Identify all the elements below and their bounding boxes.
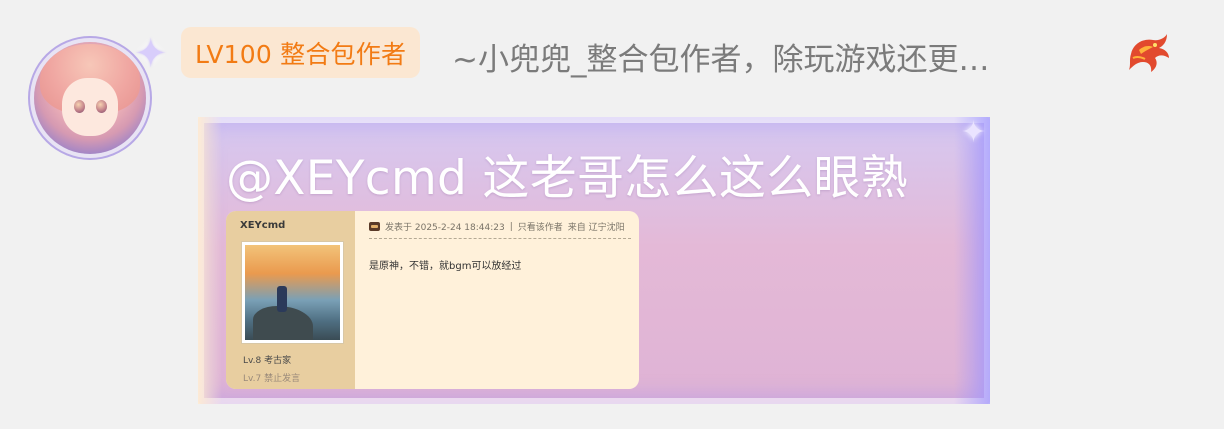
sparkle-star-icon: ✦ <box>960 115 986 150</box>
author-avatar <box>241 241 344 344</box>
embedded-post-body: 是原神，不错，就bgm可以放经过 <box>369 261 522 272</box>
level-badge-label: LV100 整合包作者 <box>195 39 407 69</box>
avatar-landscape-image <box>245 245 340 340</box>
post-text[interactable]: @XEYcmd 这老哥怎么这么眼熟 <box>226 139 908 208</box>
user-avatar[interactable]: ✦ <box>34 30 168 154</box>
username[interactable]: ~小兜兜_整合包作者，除玩游戏还更… <box>452 34 989 79</box>
hero-figure <box>277 286 287 312</box>
author-username: XEYcmd <box>240 220 286 231</box>
dragon-icon <box>1129 34 1169 72</box>
frame-edge-left <box>198 117 222 404</box>
post-content-frame: ✦ @XEYcmd 这老哥怎么这么眼熟 XEYcmd Lv.8 考古家 Lv.7… <box>198 115 990 404</box>
avatar-eye-left <box>74 100 85 113</box>
level-badge: LV100 整合包作者 <box>181 27 421 78</box>
post-date: 发表于 2025-2-24 18:44:23 <box>385 223 505 233</box>
meta-divider <box>369 238 631 239</box>
frame-edge-right <box>954 117 990 404</box>
author-level-secondary: Lv.7 禁止发言 <box>243 374 301 384</box>
author-level: Lv.8 考古家 <box>243 356 292 366</box>
avatar-face <box>62 78 118 136</box>
sparkle-star-icon: ✦ <box>134 31 168 77</box>
post-location: 来自 辽宁沈阳 <box>567 223 625 233</box>
avatar <box>34 42 146 154</box>
embedded-screenshot[interactable]: XEYcmd Lv.8 考古家 Lv.7 禁止发言 发表于 2025-2-24 … <box>226 211 639 389</box>
avatar-eye-right <box>96 100 107 113</box>
only-author-link: 只看该作者 <box>517 223 563 233</box>
post-meta: 发表于 2025-2-24 18:44:23 | 只看该作者 来自 辽宁沈阳 <box>369 220 625 233</box>
post-icon <box>369 222 380 231</box>
meta-separator: | <box>509 221 513 232</box>
